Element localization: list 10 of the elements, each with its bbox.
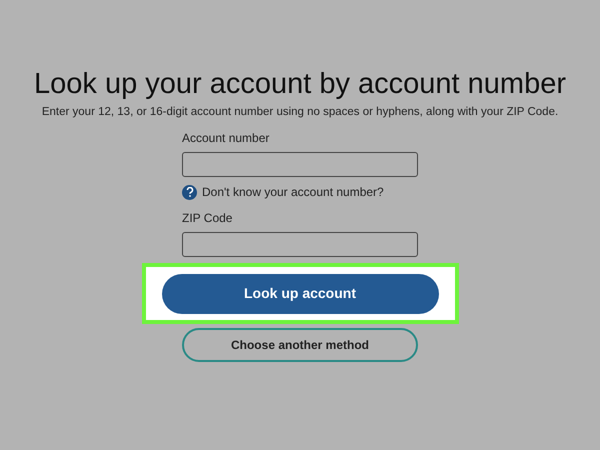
field-label: Account number <box>182 130 270 146</box>
instructions: Enter your 12, 13, or 16-digit account number using no spaces or hyphens, along with your ZIP Code. <box>42 105 558 120</box>
help-link[interactable]: Don't know your account number? <box>202 184 384 200</box>
input-field[interactable] <box>182 152 418 177</box>
page-title: Look up your account by account number <box>34 67 566 102</box>
field-label: ZIP Code <box>182 210 234 226</box>
input-field[interactable] <box>182 232 418 257</box>
look-up-account-button[interactable]: Look up account <box>162 274 438 314</box>
help-icon <box>182 184 197 200</box>
choose-another-method-button[interactable]: Choose another method <box>182 328 418 362</box>
